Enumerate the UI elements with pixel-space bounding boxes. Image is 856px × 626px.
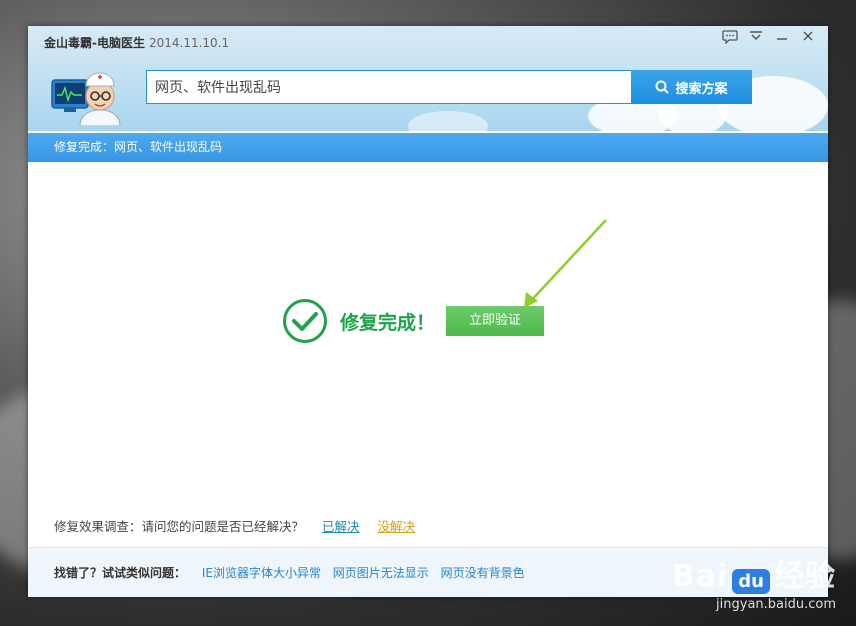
breadcrumb: 修复完成：网页、软件出现乱码 <box>28 133 828 162</box>
app-name: 金山毒霸-电脑医生 <box>44 36 145 50</box>
search-field-container <box>146 70 632 104</box>
repair-status: 修复完成！ <box>282 298 435 344</box>
close-icon[interactable] <box>798 30 818 48</box>
app-window: 金山毒霸-电脑医生 2014.11.10.1 网页、软件出现乱码 搜索方案 修复… <box>28 26 828 597</box>
menu-icon[interactable] <box>746 30 766 48</box>
title-bar: 金山毒霸-电脑医生 2014.11.10.1 网页、软件出现乱码 搜索方案 <box>28 26 828 131</box>
pointer-arrow <box>524 219 607 308</box>
app-version: 2014.11.10.1 <box>148 36 230 50</box>
feedback-icon[interactable] <box>720 30 740 48</box>
search-input[interactable] <box>147 71 631 103</box>
unsolved-link[interactable]: 没解决 <box>378 519 416 534</box>
baidu-jingyan-watermark: Bai du 经验 jingyan.baidu.com <box>672 551 836 612</box>
check-circle-icon <box>283 299 327 343</box>
search-icon <box>655 80 670 94</box>
search-button-label: 搜索方案 <box>675 81 728 97</box>
solved-link[interactable]: 已解决 <box>322 519 360 534</box>
similar-issue-link[interactable]: IE浏览器字体大小异常 <box>202 566 321 580</box>
similar-issues-label: 找错了？试试类似问题： <box>54 566 187 580</box>
watermark-url: jingyan.baidu.com <box>716 597 836 612</box>
survey-question: 修复效果调查：请问您的问题是否已经解决？ <box>54 519 305 534</box>
minimize-icon[interactable] <box>772 30 792 48</box>
similar-issue-link[interactable]: 网页没有背景色 <box>441 566 525 580</box>
search-button[interactable]: 搜索方案 <box>631 70 752 104</box>
similar-issue-link[interactable]: 网页图片无法显示 <box>333 566 429 580</box>
status-text: 修复完成！ <box>340 311 436 334</box>
doctor-avatar <box>50 62 122 127</box>
cloud-decoration <box>408 111 488 131</box>
watermark-brand-left: Bai <box>671 559 729 594</box>
window-title: 金山毒霸-电脑医生 2014.11.10.1 <box>44 34 229 51</box>
feedback-survey: 修复效果调查：请问您的问题是否已经解决？ 已解决 没解决 <box>54 516 415 535</box>
window-controls <box>720 30 818 48</box>
watermark-brand-du: du <box>732 569 770 594</box>
breadcrumb-text: 修复完成：网页、软件出现乱码 <box>54 140 223 154</box>
watermark-brand-right: 经验 <box>774 559 836 594</box>
